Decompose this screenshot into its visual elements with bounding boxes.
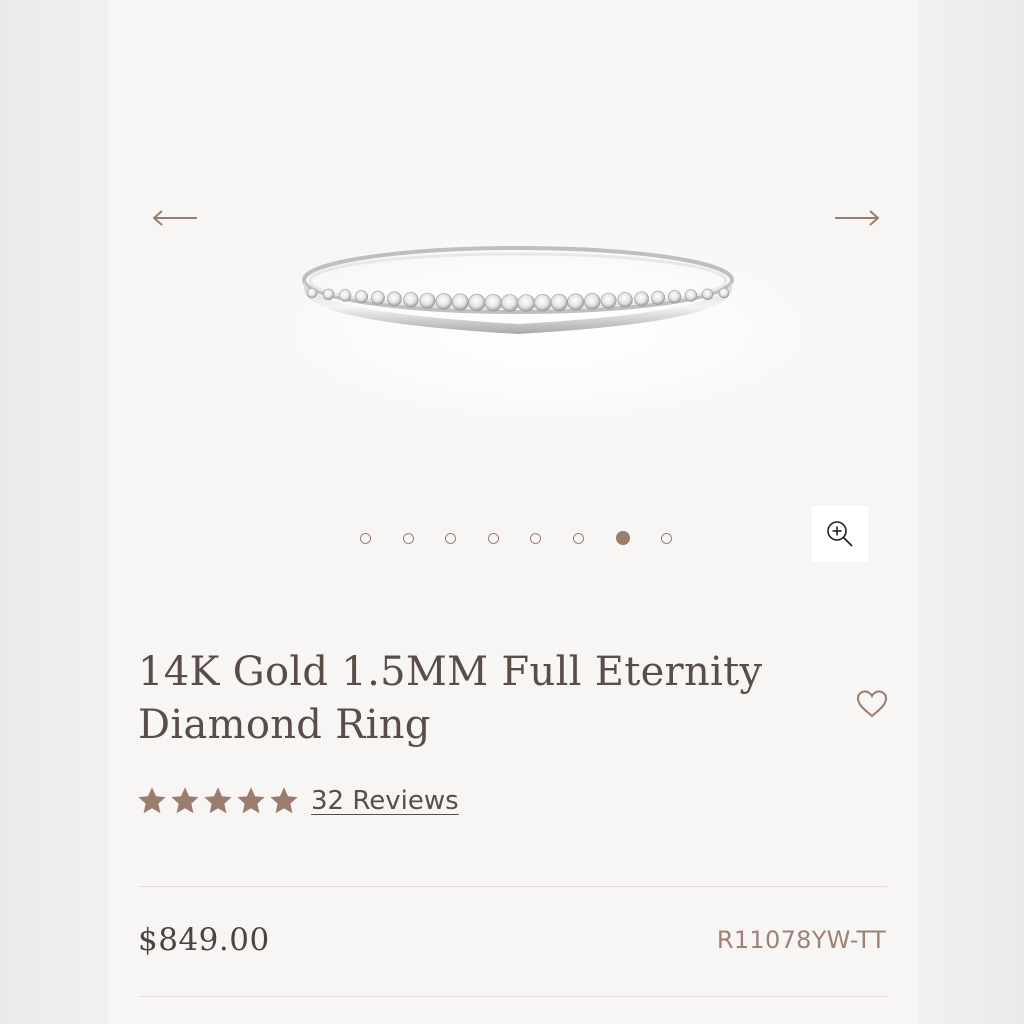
left-backdrop [0,0,108,1024]
gallery-next-button[interactable] [832,200,882,236]
ring-diamond-stone [354,290,369,304]
pagination-dot[interactable] [445,533,457,544]
ring-diamond-stone [501,294,519,312]
divider [138,886,887,887]
ring-diamond-stone [651,290,666,305]
ring-diamond-stone [684,289,698,302]
star-rating [138,787,303,815]
divider [138,996,887,997]
ring-diamond-stone [322,288,335,300]
arrow-right-icon [835,210,880,226]
wishlist-button[interactable] [852,686,892,722]
ring-diamond-stone [550,293,568,312]
product-price: $849.00 [138,922,270,958]
ring-diamond-stone [718,287,730,299]
star-icon [270,787,298,814]
gallery-pagination [360,531,704,549]
ring-diamond-stone [668,290,682,304]
product-rating: 32 Reviews [138,786,459,816]
gallery-prev-button[interactable] [150,200,200,236]
pagination-dot-active[interactable] [615,531,630,545]
product-title-line-2: Diamond Ring [138,702,431,748]
heart-icon [856,690,888,718]
star-icon [204,787,232,814]
pagination-dot[interactable] [487,533,499,544]
ring-diamond-stone [534,294,552,312]
star-icon [171,787,199,814]
ring-diamond-stone [634,291,649,307]
ring-diamond-stone [338,289,352,302]
product-title: 14K Gold 1.5MM Full Eternity Diamond Rin… [138,646,778,752]
ring-diamond-stone [484,294,503,312]
pagination-dot[interactable] [402,533,414,544]
ring-diamond-stone [617,292,633,308]
ring-diamond-stone [468,293,486,312]
reviews-link[interactable]: 32 Reviews [311,786,459,816]
right-backdrop [918,0,1024,1024]
product-image-gallery [108,0,918,600]
star-icon [138,787,166,814]
product-sku: R11078YW-TT [716,926,886,954]
zoom-button[interactable] [812,506,868,562]
zoom-in-icon [827,521,853,547]
ring-product-image [302,246,734,334]
pagination-dot[interactable] [530,533,542,544]
ring-diamond-stone [517,294,535,312]
ring-diamond-stone [419,292,436,309]
product-title-line-1: 14K Gold 1.5MM Full Eternity [138,649,763,695]
ring-diamond-stone [370,290,385,305]
ring-diamond-stone [701,288,714,300]
ring-diamond-stone [600,292,617,309]
pagination-dot[interactable] [661,533,673,544]
ring-diamond-stone [451,293,469,311]
ring-diamond-stone [403,292,419,308]
ring-diamond-stone [435,293,453,310]
pagination-dot[interactable] [360,533,371,544]
ring-diamond-stone [306,287,318,299]
arrow-left-icon [152,210,197,226]
pagination-dot[interactable] [572,533,584,544]
ring-diamond-stone [567,293,585,311]
star-icon [237,787,265,814]
ring-diamond-stone [583,293,601,310]
ring-diamond-stone [387,291,402,307]
